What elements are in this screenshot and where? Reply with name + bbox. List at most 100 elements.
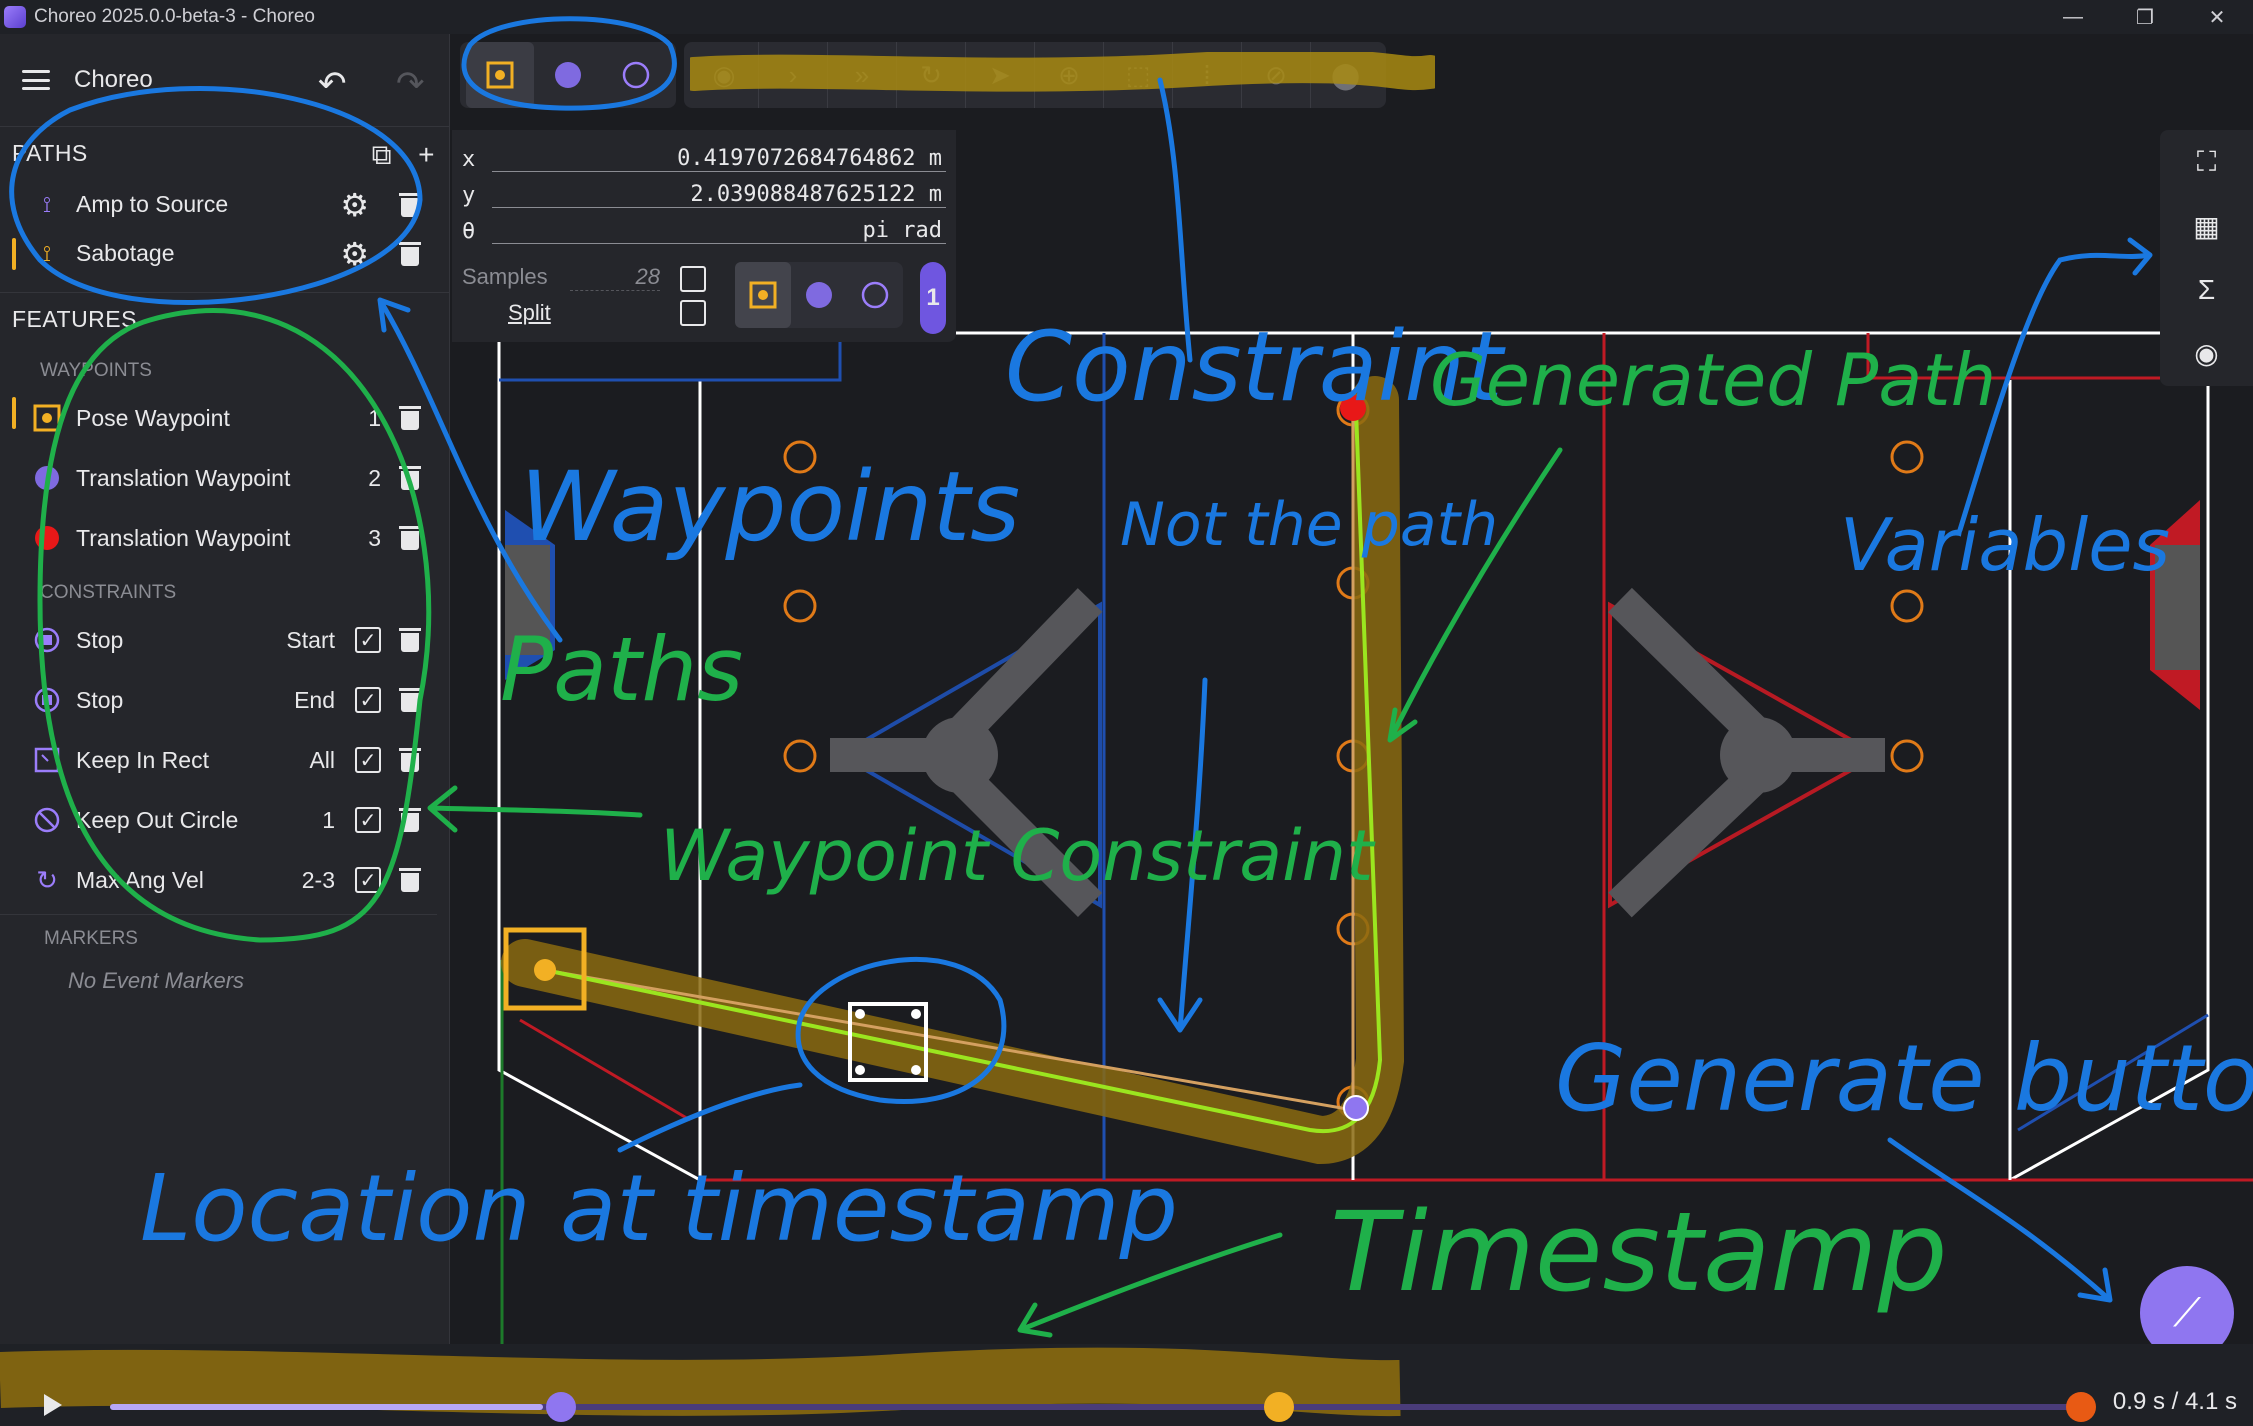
translation-waypoint-tool[interactable] [534,42,602,108]
path-label: Amp to Source [76,191,229,217]
constraint-scope: All [309,746,335,773]
samples-checkbox[interactable] [680,266,706,292]
x-input[interactable]: 0.419707268476486​2 m [492,146,946,172]
robot-corner [855,1065,865,1075]
translation-waypoint-option[interactable] [791,262,847,328]
translation-waypoint-icon [32,523,62,553]
constraint-item[interactable]: Keep Out Circle 1 ✓ [0,790,449,850]
keep-in-rect-icon [32,745,62,775]
constraint-label: Stop [76,686,124,713]
blue-amp-zone [499,338,842,382]
features-section-title: FEATURES [0,292,449,346]
gear-icon[interactable]: ⚙ [340,235,369,273]
undo-icon[interactable]: ↶ [318,64,347,104]
waypoint-index: 2 [368,464,381,491]
trash-icon[interactable] [399,192,421,217]
close-button[interactable]: ✕ [2181,0,2253,34]
eye-icon[interactable]: ◉ [2194,337,2218,370]
split-label: Split [508,300,551,325]
window-titlebar: Choreo 2025.0.0-beta-3 - Choreo — ❐ ✕ [0,0,2253,34]
pose-waypoint-center [534,959,556,981]
waypoints-subheader: WAYPOINTS [40,360,152,381]
waypoint-label: Translation Waypoint [76,464,291,491]
trash-icon[interactable] [399,868,421,892]
gear-icon[interactable]: ⚙ [340,186,369,224]
empty-waypoint-option[interactable] [847,262,903,328]
translation-waypoint-icon [32,463,62,493]
samples-input[interactable]: 28 [570,264,660,291]
window-title: Choreo 2025.0.0-beta-3 - Choreo [34,6,315,27]
variables-sigma-icon[interactable]: Σ [2198,274,2215,306]
app-name: Choreo [74,66,153,93]
menu-icon[interactable] [22,70,50,90]
constraint-scope: End [294,686,335,713]
timeline-end-marker[interactable] [2066,1392,2096,1422]
blue-stage [830,588,1103,918]
trash-icon[interactable] [399,241,421,266]
paths-section-title: PATHS ⧉ + [0,126,449,180]
constraint-enabled-checkbox[interactable]: ✓ [355,747,381,773]
path-item[interactable]: ⟟ Sabotage ⚙ [0,229,449,278]
timeline-highlight-annotation [0,1347,1401,1417]
add-path-icon[interactable]: + [418,139,435,172]
trash-icon[interactable] [399,748,421,772]
trash-icon[interactable] [399,406,421,430]
trash-icon[interactable] [399,628,421,652]
constraint-item[interactable]: Stop Start ✓ [0,610,449,670]
empty-waypoint-tool[interactable] [602,42,670,108]
constraint-enabled-checkbox[interactable]: ✓ [355,867,381,893]
robot-corner [911,1065,921,1075]
constraint-enabled-checkbox[interactable]: ✓ [355,807,381,833]
split-checkbox[interactable] [680,300,706,326]
y-input[interactable]: 2.039088487625122 m [492,182,946,208]
waypoint-connector [544,968,1354,1112]
constraint-enabled-checkbox[interactable]: ✓ [355,687,381,713]
play-icon[interactable] [44,1394,62,1416]
theta-property: θ pi rad [462,214,946,248]
stop-icon [32,685,62,715]
pose-waypoint-option[interactable] [735,262,791,328]
timeline-time: 0.9 s / 4.1 s [2112,1388,2237,1415]
timeline-scrubber[interactable] [1263,1392,1294,1422]
theta-input[interactable]: pi rad [492,218,946,244]
waypoint-type-selector [735,262,903,328]
zoom-to-fit-icon[interactable]: ⛶ [2197,146,2217,179]
path-item[interactable]: ⟟ Amp to Source ⚙ [0,180,449,229]
trash-icon[interactable] [399,808,421,832]
red-stage [1608,587,1885,918]
trash-icon[interactable] [399,526,421,550]
no-markers-text: No Event Markers [68,968,245,993]
trash-icon[interactable] [399,466,421,490]
x-property: x 0.419707268476486​2 m [462,142,946,176]
robot-corner [855,1009,865,1019]
waypoint-item[interactable]: Pose Waypoint 1 [0,388,449,448]
translation-waypoint-marker-red [1340,395,1366,421]
generate-icon: ⟋ [2173,1290,2201,1335]
markers-subheader: MARKERS [0,914,437,956]
blue-speaker-body [505,545,550,655]
timeline-waypoint-marker[interactable] [546,1392,576,1422]
waypoint-index: 3 [368,524,381,551]
maximize-button[interactable]: ❐ [2109,0,2181,34]
constraint-item[interactable]: ↻ Max Ang Vel 2-3 ✓ [0,850,449,910]
constraint-label: Max Ang Vel [76,866,204,893]
trash-icon[interactable] [399,688,421,712]
waypoint-label: Pose Waypoint [76,404,230,431]
duplicate-path-icon[interactable]: ⧉ [372,139,393,172]
minimize-button[interactable]: — [2037,0,2109,34]
constraint-label: Keep In Rect [76,746,209,773]
calculator-icon[interactable]: ▦ [2193,210,2219,243]
constraint-item[interactable]: Stop End ✓ [0,670,449,730]
redo-icon[interactable]: ↷ [396,64,425,104]
waypoint-item[interactable]: Translation Waypoint 2 [0,448,449,508]
pose-waypoint-tool[interactable] [466,42,534,108]
keep-out-circle-icon [32,805,62,835]
toolbar-highlight-annotation [690,52,1435,92]
y-label: y [462,182,476,208]
waypoint-item[interactable]: Translation Waypoint 3 [0,508,449,568]
red-amp-zone [1866,333,2160,380]
constraint-item[interactable]: Keep In Rect All ✓ [0,730,449,790]
sidebar: Choreo ↶ ↷ PATHS ⧉ + ⟟ Amp to Source ⚙ ⟟… [0,34,450,1426]
constraint-enabled-checkbox[interactable]: ✓ [355,627,381,653]
robot-corner [911,1009,921,1019]
